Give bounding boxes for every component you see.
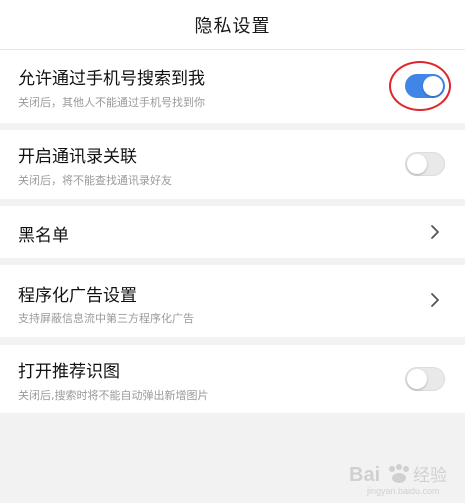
annotation-circle [389, 61, 451, 111]
contacts-link-toggle[interactable] [405, 152, 445, 176]
toggle-knob [407, 154, 427, 174]
toggle-knob [407, 369, 427, 389]
setting-title: 黑名单 [18, 226, 69, 246]
recommend-image-toggle[interactable] [405, 367, 445, 391]
setting-subtitle: 关闭后，将不能查找通讯录好友 [18, 174, 172, 187]
svg-text:经验: 经验 [413, 466, 447, 486]
svg-text:Bai: Bai [349, 464, 380, 486]
setting-title: 开启通讯录关联 [18, 147, 137, 167]
setting-subtitle: 支持屏蔽信息流中第三方程序化广告 [18, 312, 194, 325]
chevron-right-icon [431, 293, 439, 307]
setting-row-recommend-image[interactable]: 打开推荐识图 关闭后,搜索时将不能自动弹出新增图片 [0, 345, 465, 413]
setting-subtitle: 关闭后，其他人不能通过手机号找到你 [18, 96, 205, 109]
nav-header: 隐私设置 [0, 0, 465, 50]
baidu-jingyan-watermark: Bai 经验 jingyan.baidu.com [349, 464, 447, 496]
setting-row-contacts-link[interactable]: 开启通讯录关联 关闭后，将不能查找通讯录好友 [0, 130, 465, 199]
chevron-right-icon [431, 225, 439, 239]
setting-title: 允许通过手机号搜索到我 [18, 69, 205, 89]
setting-row-programmatic-ads[interactable]: 程序化广告设置 支持屏蔽信息流中第三方程序化广告 [0, 265, 465, 337]
setting-subtitle: 关闭后,搜索时将不能自动弹出新增图片 [18, 389, 209, 402]
svg-text:jingyan.baidu.com: jingyan.baidu.com [366, 486, 440, 496]
privacy-settings-screen: 隐私设置 允许通过手机号搜索到我 关闭后，其他人不能通过手机号找到你 开启通讯录… [0, 0, 465, 503]
setting-title: 打开推荐识图 [18, 362, 120, 382]
setting-row-blacklist[interactable]: 黑名单 [0, 206, 465, 258]
page-title: 隐私设置 [194, 15, 271, 37]
setting-title: 程序化广告设置 [18, 286, 137, 306]
